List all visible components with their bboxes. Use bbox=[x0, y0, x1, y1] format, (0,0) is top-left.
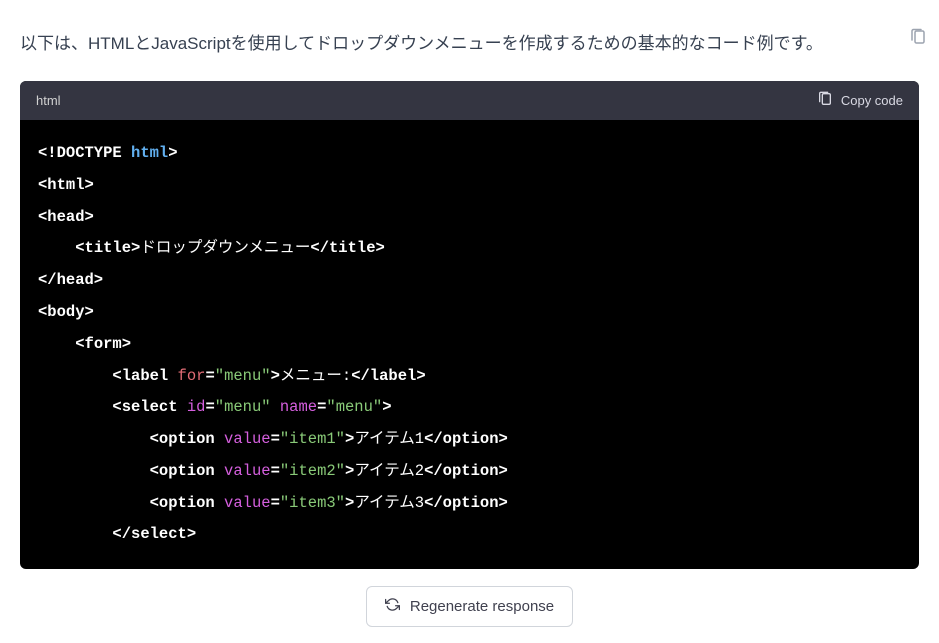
code-token: <body> bbox=[38, 303, 94, 321]
code-token: <option bbox=[150, 462, 215, 480]
refresh-icon bbox=[385, 597, 400, 616]
code-token: html bbox=[122, 144, 169, 162]
code-token: ドロップダウンメニュー bbox=[140, 239, 310, 257]
clipboard-icon bbox=[817, 91, 833, 110]
code-token: = bbox=[205, 367, 214, 385]
code-token: </option> bbox=[424, 462, 508, 480]
code-token: <option bbox=[150, 430, 215, 448]
code-token: > bbox=[345, 462, 354, 480]
code-token: > bbox=[382, 398, 391, 416]
code-header: html Copy code bbox=[20, 81, 919, 120]
code-token: > bbox=[168, 144, 177, 162]
code-token: "item3" bbox=[280, 494, 345, 512]
code-token: "menu" bbox=[215, 367, 271, 385]
regenerate-label: Regenerate response bbox=[410, 598, 554, 615]
code-token: > bbox=[345, 430, 354, 448]
code-token: > bbox=[345, 494, 354, 512]
code-token: "item2" bbox=[280, 462, 345, 480]
code-token: <html> bbox=[38, 176, 94, 194]
clipboard-side-icon[interactable] bbox=[909, 28, 927, 46]
code-token: id bbox=[178, 398, 206, 416]
code-token: <label bbox=[112, 367, 168, 385]
code-token: "item1" bbox=[280, 430, 345, 448]
code-token: </head> bbox=[38, 271, 103, 289]
code-token: アイテム3 bbox=[354, 494, 424, 512]
code-token: <title> bbox=[75, 239, 140, 257]
code-token: name bbox=[271, 398, 318, 416]
code-token: </title> bbox=[310, 239, 384, 257]
code-token: <form> bbox=[75, 335, 131, 353]
code-token: <head> bbox=[38, 208, 94, 226]
code-token: value bbox=[215, 430, 271, 448]
language-label: html bbox=[36, 93, 61, 108]
code-token: </select> bbox=[112, 525, 196, 543]
regen-bar: Regenerate response bbox=[0, 569, 939, 643]
code-token: "menu" bbox=[326, 398, 382, 416]
code-token: </option> bbox=[424, 430, 508, 448]
code-token: アイテム1 bbox=[354, 430, 424, 448]
regenerate-button[interactable]: Regenerate response bbox=[366, 586, 573, 627]
code-token: <select bbox=[112, 398, 177, 416]
code-token: </label> bbox=[351, 367, 425, 385]
code-token: アイテム2 bbox=[354, 462, 424, 480]
copy-code-button[interactable]: Copy code bbox=[817, 91, 903, 110]
copy-code-label: Copy code bbox=[841, 93, 903, 108]
code-token: value bbox=[215, 462, 271, 480]
code-token: for bbox=[168, 367, 205, 385]
code-token: </option> bbox=[424, 494, 508, 512]
intro-text: 以下は、HTMLとJavaScriptを使用してドロップダウンメニューを作成する… bbox=[20, 0, 919, 81]
code-token: メニュー: bbox=[280, 367, 351, 385]
code-body: <!DOCTYPE html> <html> <head> <title>ドロッ… bbox=[20, 120, 919, 569]
code-token: <!DOCTYPE bbox=[38, 144, 122, 162]
code-token: value bbox=[215, 494, 271, 512]
code-token: "menu" bbox=[215, 398, 271, 416]
code-block: html Copy code <!DOCTYPE html> <html> <h… bbox=[20, 81, 919, 569]
code-token: > bbox=[271, 367, 280, 385]
code-token: <option bbox=[150, 494, 215, 512]
